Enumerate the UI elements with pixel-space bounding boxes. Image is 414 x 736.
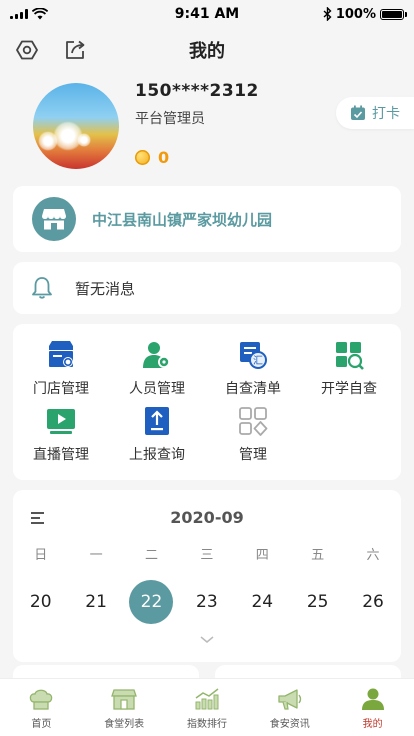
calendar-day[interactable]: 21 [68,580,123,624]
calendar-day[interactable]: 20 [13,580,68,624]
feature-store-management[interactable]: 门店管理 [13,340,109,398]
user-role: 平台管理员 [135,111,205,127]
coin-icon [135,150,150,165]
share-icon[interactable] [63,38,87,62]
tab-food-safety-news[interactable]: 食安资讯 [248,679,331,736]
calendar-day[interactable]: 23 [179,580,234,624]
feature-label: 门店管理 [33,381,89,397]
tab-home[interactable]: 首页 [0,679,83,736]
live-play-icon [46,406,76,436]
battery-icon [380,8,407,20]
tab-label: 我的 [362,719,383,730]
feature-school-open-check[interactable]: 开学自查 [301,340,397,398]
status-left [10,8,130,20]
feature-manage[interactable]: 管理 [205,406,301,464]
feature-label: 管理 [239,447,267,463]
weekday-label: 四 [255,548,269,563]
feature-label: 人员管理 [129,381,185,397]
calendar-day[interactable]: 24 [235,580,290,624]
user-settings-icon [142,340,172,370]
tab-label: 食安资讯 [269,719,310,730]
feature-label: 直播管理 [33,447,89,463]
avatar[interactable] [33,83,119,169]
store-settings-icon [46,340,76,370]
feature-grid: 门店管理 人员管理 汇 自查清单 开学自查 直播管理 上报查询 管理 [13,324,401,480]
tab-bar: 首页 食堂列表 指数排行 食安资讯 我的 [0,678,414,736]
bluetooth-icon [323,7,332,21]
school-name: 中江县南山镇严家坝幼儿园 [92,210,273,229]
chevron-down-icon[interactable] [200,629,214,648]
user-icon [359,687,387,711]
status-right: 100% [284,6,407,22]
page-title: 我的 [189,41,225,62]
feature-live-management[interactable]: 直播管理 [13,406,109,464]
calendar-day-selected[interactable]: 22 [124,580,179,624]
bell-icon [32,277,52,299]
store-icon [32,197,76,241]
grid-search-icon [334,340,364,370]
tab-label: 指数排行 [186,719,227,730]
message-text: 暂无消息 [75,279,136,298]
calendar-month: 2020-09 [170,508,244,527]
feature-staff-management[interactable]: 人员管理 [109,340,205,398]
user-phone: 150****2312 [135,81,259,101]
canteen-icon [110,687,138,711]
trend-chart-icon [193,687,221,711]
feature-report-query[interactable]: 上报查询 [109,406,205,464]
calendar-day[interactable]: 26 [345,580,400,624]
calendar-card: 2020-09 日 一 二 三 四 五 六 20 21 22 23 24 25 … [13,490,401,662]
weekday-row: 日 一 二 三 四 五 六 [13,544,401,563]
wifi-icon [32,8,48,20]
tab-mine[interactable]: 我的 [331,679,414,736]
status-time: 9:41 AM [174,6,240,22]
calendar-day[interactable]: 25 [290,580,345,624]
chef-hat-icon [27,687,55,711]
message-card[interactable]: 暂无消息 [13,262,401,314]
tab-label: 食堂列表 [104,719,145,730]
tab-label: 首页 [31,719,52,730]
megaphone-icon [276,687,304,711]
feature-label: 开学自查 [321,381,377,397]
coin-count: 0 [158,148,170,167]
checkin-label: 打卡 [372,106,400,122]
feature-self-checklist[interactable]: 汇 自查清单 [205,340,301,398]
tab-index-ranking[interactable]: 指数排行 [166,679,249,736]
apps-grid-icon [238,406,268,436]
weekday-label: 六 [366,548,380,563]
day-row: 20 21 22 23 24 25 26 [13,580,401,624]
weekday-label: 三 [200,548,214,563]
feature-label: 上报查询 [129,447,185,463]
weekday-label: 一 [89,548,103,563]
navigation-bar: 我的 [0,30,414,70]
school-card[interactable]: 中江县南山镇严家坝幼儿园 [13,186,401,252]
feature-label: 自查清单 [225,381,281,397]
coin-balance[interactable]: 0 [135,148,169,167]
settings-icon[interactable] [15,38,39,62]
weekday-label: 五 [311,548,325,563]
checkin-button[interactable]: 打卡 [336,97,414,129]
battery-percent: 100% [335,6,376,22]
signal-icon [10,9,28,19]
weekday-label: 二 [144,548,158,563]
weekday-label: 日 [34,548,48,563]
upload-report-icon [142,406,172,436]
calendar-check-icon [351,105,365,120]
status-bar: 9:41 AM 100% [0,0,414,28]
svg-text:汇: 汇 [253,354,263,367]
tab-canteen-list[interactable]: 食堂列表 [83,679,166,736]
checklist-icon: 汇 [238,340,268,370]
